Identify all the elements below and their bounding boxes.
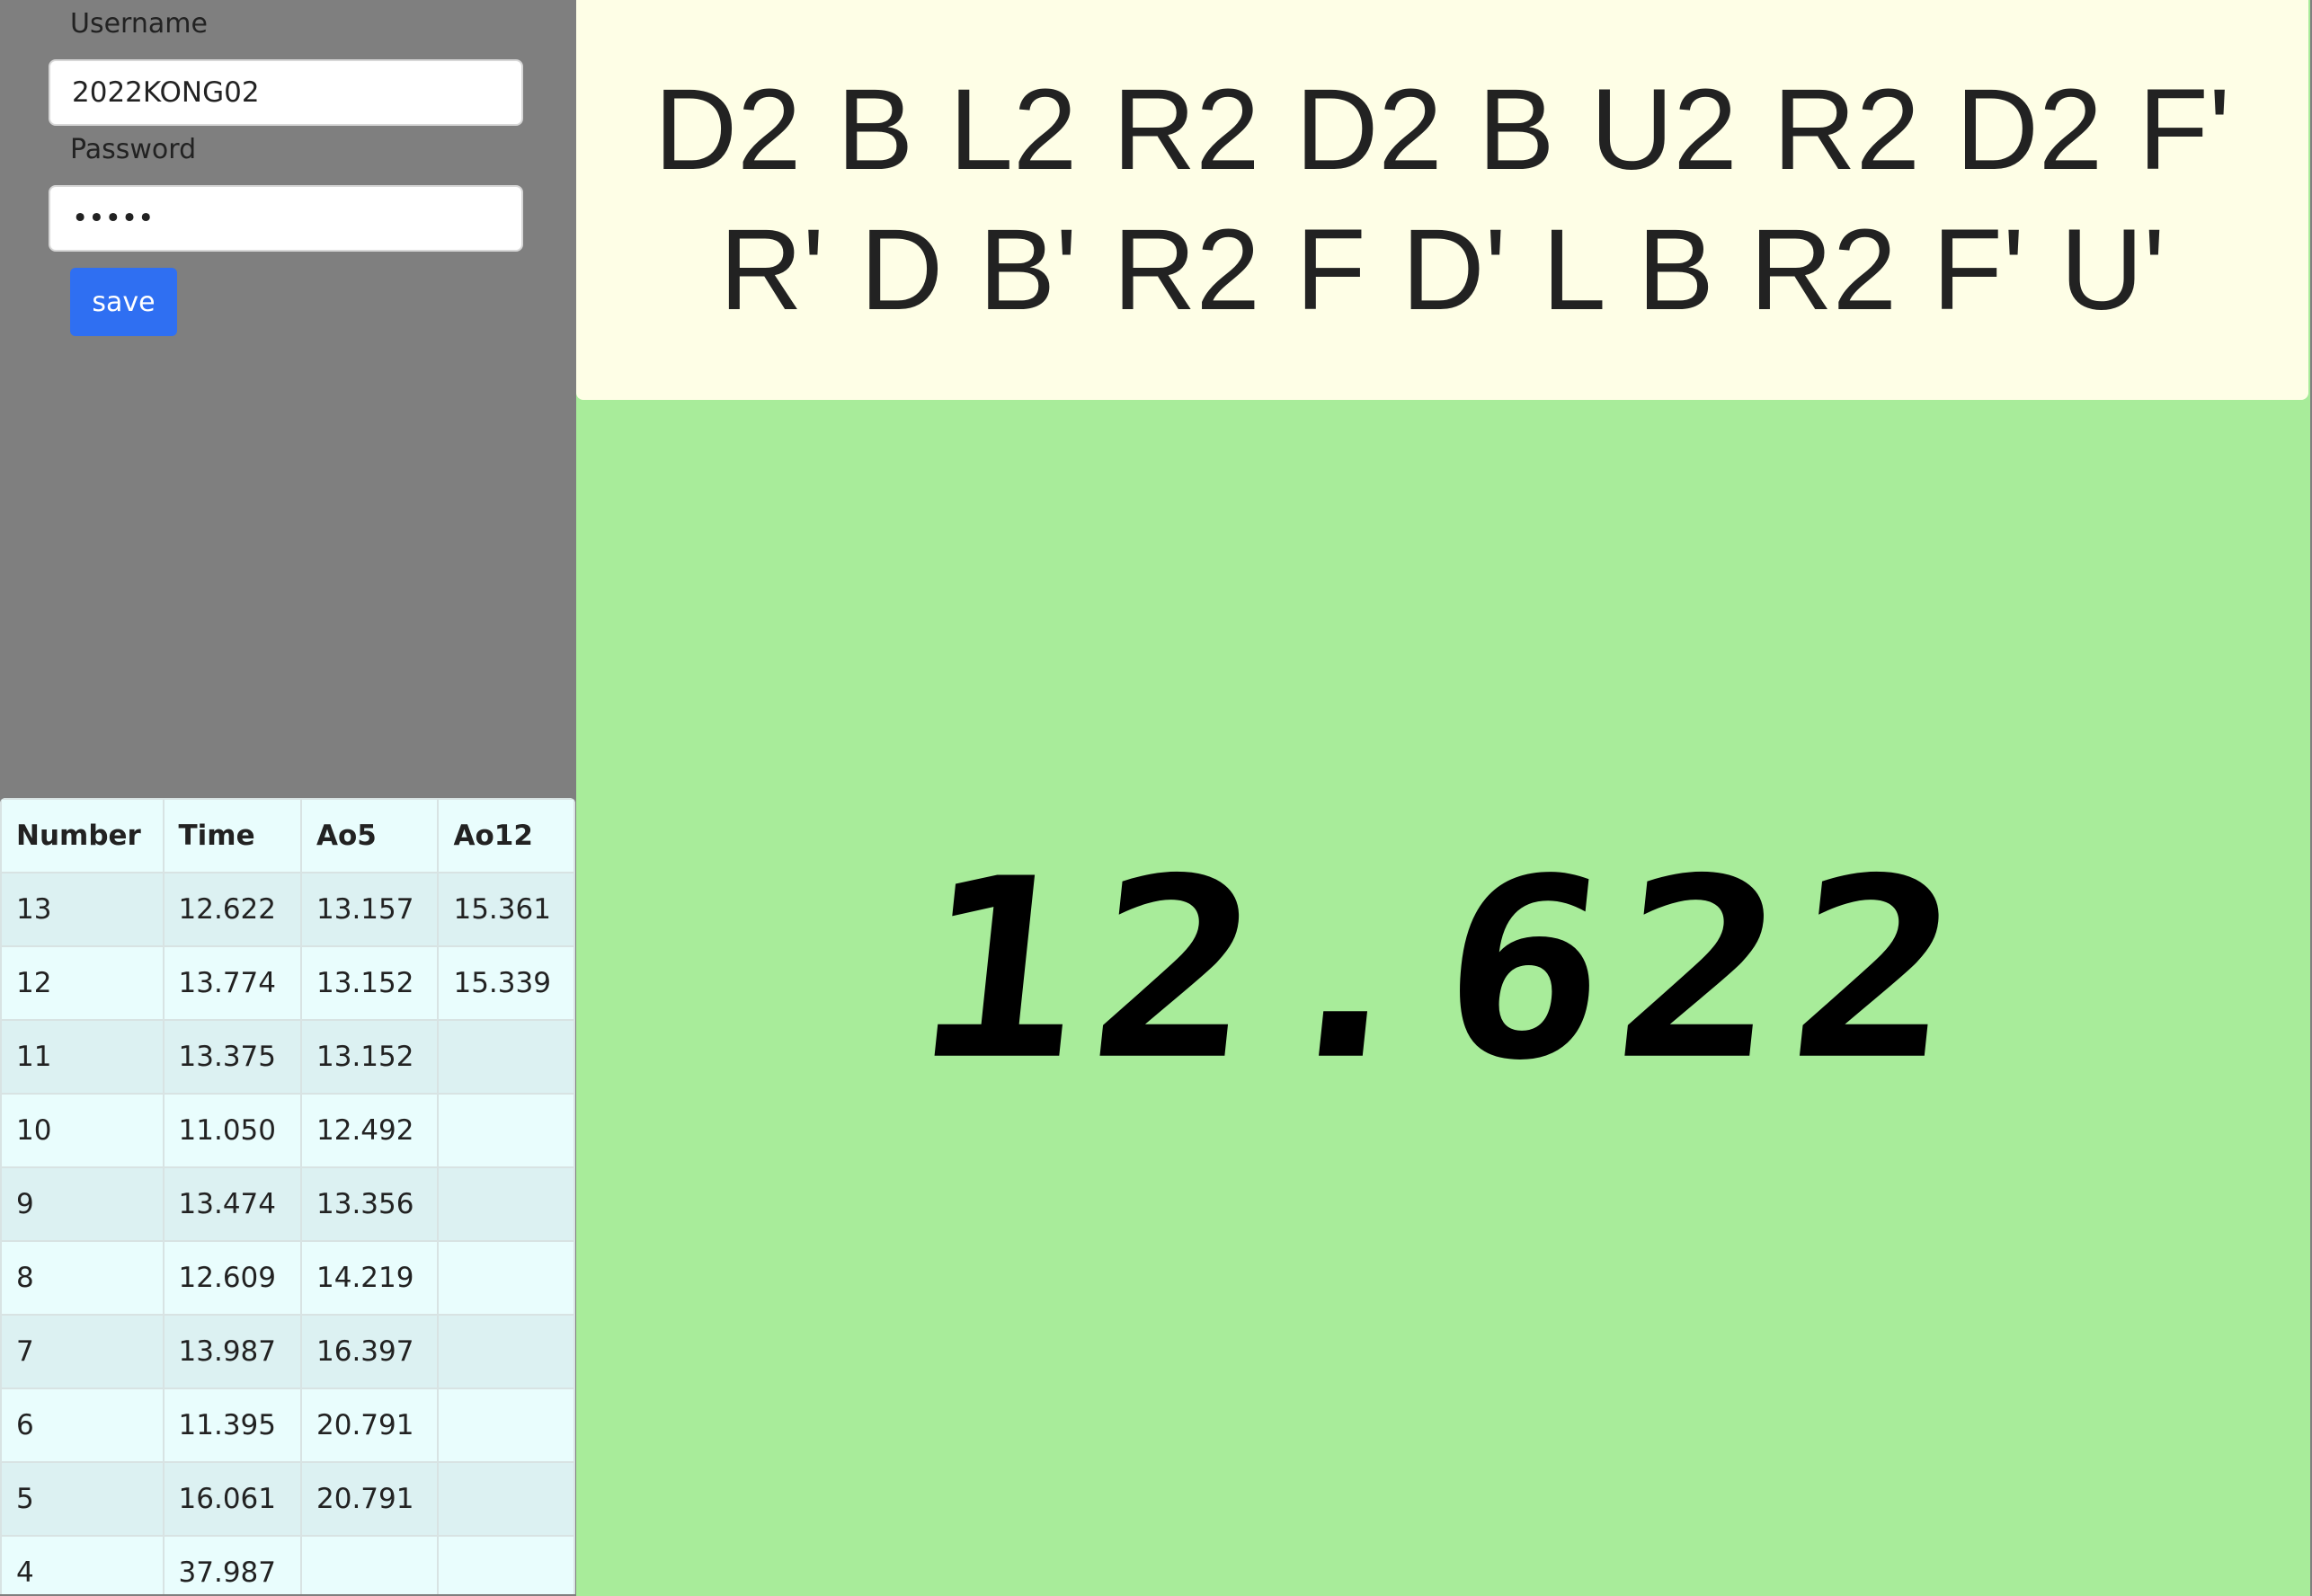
table-row[interactable]: 6 11.395 20.791: [0, 1388, 575, 1463]
table-row[interactable]: 7 13.987 16.397: [0, 1314, 575, 1389]
cell-ao12: 15.339: [437, 945, 575, 1021]
save-button[interactable]: save: [70, 268, 177, 336]
login-form: Username Password save: [0, 0, 576, 798]
table-row[interactable]: 4 37.987: [0, 1535, 575, 1594]
table-row[interactable]: 5 16.061 20.791: [0, 1461, 575, 1537]
table-row[interactable]: 8 12.609 14.219: [0, 1240, 575, 1316]
cell-number: 7: [0, 1314, 165, 1389]
column-header-ao5: Ao5: [299, 798, 440, 873]
cell-ao12: [437, 1093, 575, 1168]
column-header-time: Time: [162, 798, 303, 873]
cell-number: 9: [0, 1166, 165, 1242]
username-label: Username: [70, 8, 208, 40]
cell-ao12: 15.361: [437, 872, 575, 947]
cell-ao12: [437, 1388, 575, 1463]
solves-table-container[interactable]: Number Time Ao5 Ao12 13 12.622 13.157 15.36…: [0, 798, 575, 1594]
cell-ao5: [299, 1535, 440, 1594]
column-header-ao12: Ao12: [437, 798, 575, 873]
cell-number: 6: [0, 1388, 165, 1463]
cell-time: 13.774: [162, 945, 303, 1021]
cell-ao5: 13.152: [299, 945, 440, 1021]
cell-number: 11: [0, 1019, 165, 1095]
cell-number: 13: [0, 872, 165, 947]
cell-time: 11.395: [162, 1388, 303, 1463]
cell-ao5: 13.356: [299, 1166, 440, 1242]
cell-time: 37.987: [162, 1535, 303, 1594]
cell-time: 13.474: [162, 1166, 303, 1242]
cell-ao12: [437, 1019, 575, 1095]
cell-ao12: [437, 1535, 575, 1594]
table-header-row: Number Time Ao5 Ao12: [0, 798, 575, 873]
column-header-number: Number: [0, 798, 165, 873]
cell-ao5: 13.157: [299, 872, 440, 947]
scramble-panel: D2 B L2 R2 D2 B U2 R2 D2 F' R' D B' R2 F…: [576, 0, 2308, 400]
cell-ao5: 14.219: [299, 1240, 440, 1316]
cell-ao12: [437, 1314, 575, 1389]
cell-number: 10: [0, 1093, 165, 1168]
cell-time: 12.609: [162, 1240, 303, 1316]
cell-ao12: [437, 1240, 575, 1316]
cell-ao5: 20.791: [299, 1461, 440, 1537]
table-row[interactable]: 13 12.622 13.157 15.361: [0, 872, 575, 947]
username-input[interactable]: [49, 59, 523, 126]
table-row[interactable]: 9 13.474 13.356: [0, 1166, 575, 1242]
password-input[interactable]: [49, 185, 523, 252]
cell-number: 12: [0, 945, 165, 1021]
table-row[interactable]: 11 13.375 13.152: [0, 1019, 575, 1095]
cell-time: 12.622: [162, 872, 303, 947]
app-frame: Username Password save Number Time Ao5 A…: [0, 0, 2312, 1596]
table-row[interactable]: 12 13.774 13.152 15.339: [0, 945, 575, 1021]
timer-area[interactable]: 12.622: [576, 791, 2310, 1150]
cell-time: 11.050: [162, 1093, 303, 1168]
password-label: Password: [70, 134, 197, 165]
sidebar: Username Password save Number Time Ao5 A…: [0, 0, 576, 1596]
cell-ao5: 20.791: [299, 1388, 440, 1463]
cell-number: 8: [0, 1240, 165, 1316]
table-row[interactable]: 10 11.050 12.492: [0, 1093, 575, 1168]
cell-ao12: [437, 1166, 575, 1242]
cell-time: 13.987: [162, 1314, 303, 1389]
table-body: 13 12.622 13.157 15.361 12 13.774 13.152 15.339…: [0, 872, 575, 1594]
cell-time: 13.375: [162, 1019, 303, 1095]
cell-ao5: 13.152: [299, 1019, 440, 1095]
cell-number: 4: [0, 1535, 165, 1594]
timer-display: 12.622: [903, 826, 1984, 1115]
cell-time: 16.061: [162, 1461, 303, 1537]
scramble-text: D2 B L2 R2 D2 B U2 R2 D2 F' R' D B' R2 F…: [654, 65, 2231, 334]
cell-ao5: 16.397: [299, 1314, 440, 1389]
cell-ao5: 12.492: [299, 1093, 440, 1168]
cell-number: 5: [0, 1461, 165, 1537]
solves-table: Number Time Ao5 Ao12 13 12.622 13.157 15.36…: [0, 798, 575, 1594]
main-panel[interactable]: D2 B L2 R2 D2 B U2 R2 D2 F' R' D B' R2 F…: [576, 0, 2310, 1596]
cell-ao12: [437, 1461, 575, 1537]
